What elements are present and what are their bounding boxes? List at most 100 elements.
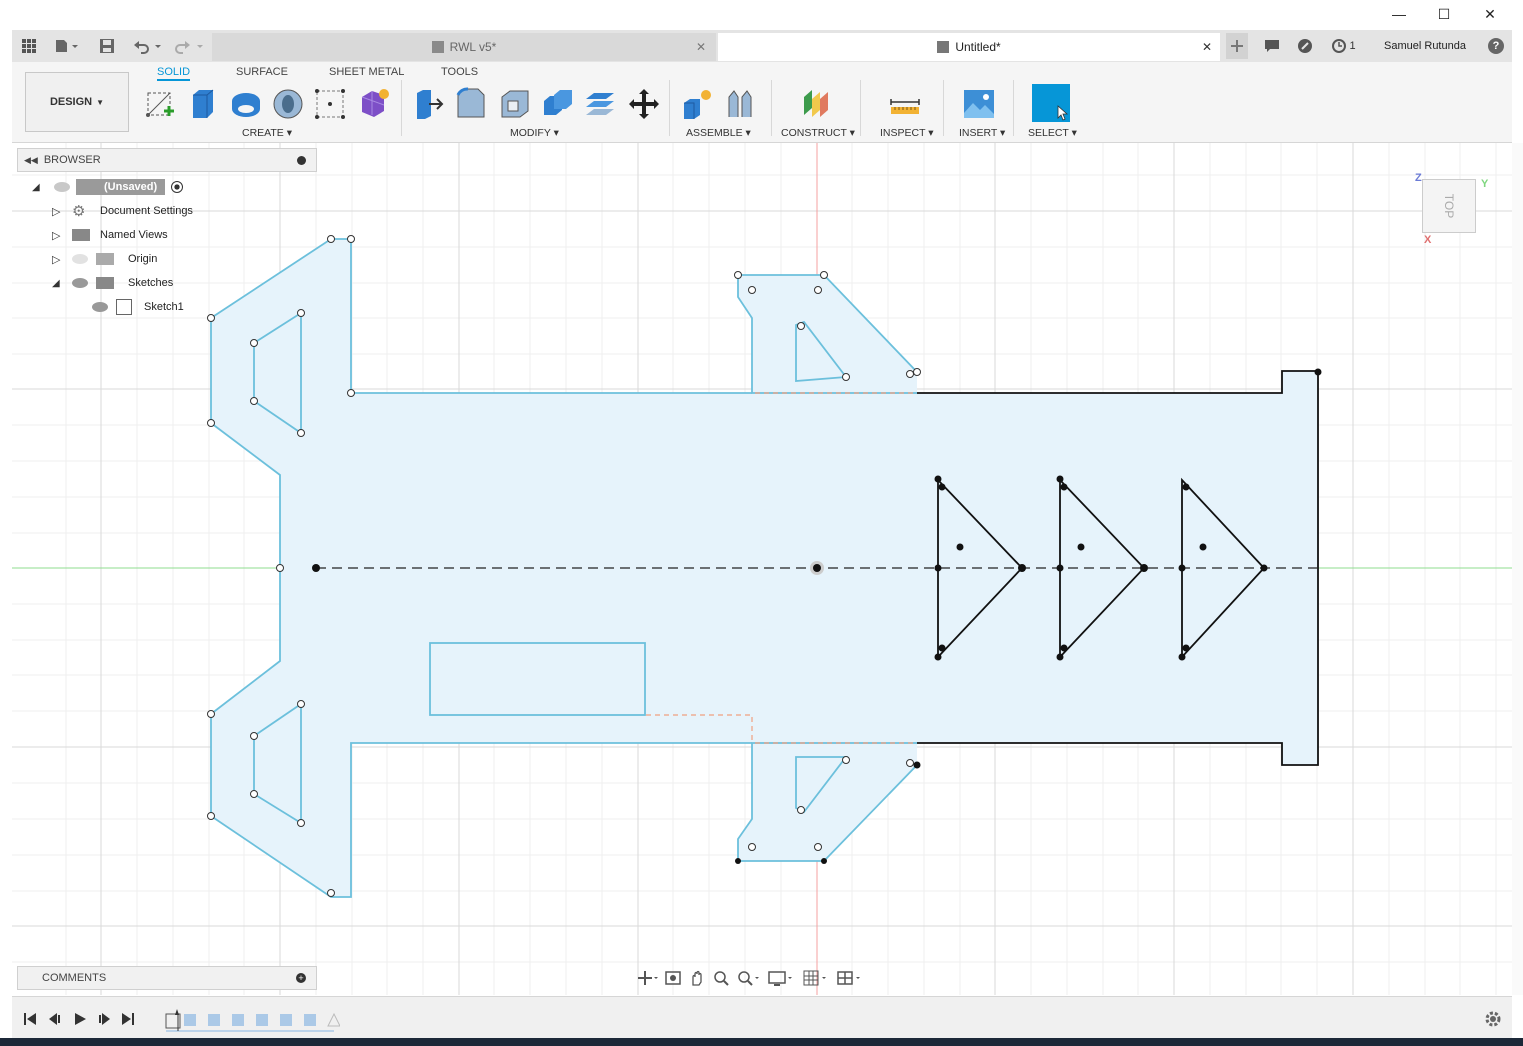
navigation-bar [636, 966, 886, 990]
data-panel-icon[interactable] [20, 36, 38, 56]
fit-view-icon[interactable] [736, 969, 762, 987]
grid-settings-icon[interactable] [802, 969, 830, 987]
y-axis-label: Y [1481, 178, 1489, 190]
dropdown-arrow-icon: ▼ [96, 97, 105, 107]
viewports-icon[interactable] [836, 969, 864, 987]
close-window-button[interactable]: ✕ [1467, 0, 1513, 28]
insert-image-icon[interactable] [961, 86, 997, 122]
expand-arrow-icon[interactable]: ◢ [52, 278, 72, 289]
modify-menu[interactable]: MODIFY ▾ [510, 127, 559, 139]
new-tab-button[interactable] [1226, 33, 1248, 59]
fillet-icon[interactable] [453, 86, 489, 122]
expand-arrow-icon[interactable]: ◢ [32, 182, 48, 193]
tab-surface[interactable]: SURFACE [236, 66, 288, 78]
add-comment-icon[interactable]: + [296, 973, 306, 983]
orbit-icon[interactable] [636, 969, 658, 987]
display-settings-icon[interactable] [768, 969, 796, 987]
comments-panel-header[interactable]: COMMENTS + [17, 966, 317, 990]
workspace-switcher[interactable]: DESIGN ▼ [25, 72, 129, 132]
step-forward-icon[interactable] [96, 1011, 112, 1030]
clock-icon [1332, 39, 1347, 53]
design-canvas[interactable] [12, 143, 1512, 995]
visibility-eye-icon[interactable] [92, 302, 108, 312]
tab-sheet-metal[interactable]: SHEET METAL [329, 66, 404, 78]
select-tool-icon[interactable] [1032, 84, 1070, 122]
browser-item-origin[interactable]: ▷ Origin [52, 248, 157, 270]
create-form-icon[interactable] [356, 86, 392, 122]
zoom-icon[interactable] [712, 969, 730, 987]
extensions-icon[interactable] [1295, 36, 1315, 56]
minimize-browser-icon[interactable] [297, 155, 306, 165]
timeline-settings-gear-icon[interactable] [1484, 1010, 1502, 1031]
save-icon[interactable] [97, 36, 117, 56]
file-menu-icon[interactable] [52, 36, 80, 56]
activate-radio-icon[interactable] [171, 181, 184, 193]
help-icon[interactable]: ? [1486, 36, 1506, 56]
inspect-menu[interactable]: INSPECT ▾ [880, 127, 934, 139]
close-tab-icon[interactable]: ✕ [696, 40, 706, 54]
user-account-menu[interactable]: Samuel Rutunda [1376, 36, 1474, 56]
folder-icon [96, 253, 114, 265]
browser-title: BROWSER [43, 154, 101, 166]
browser-item-sketches[interactable]: ◢ Sketches [52, 272, 173, 294]
minimize-button[interactable]: — [1376, 0, 1422, 28]
divider [1013, 80, 1014, 136]
tab-solid[interactable]: SOLID [157, 66, 191, 81]
revolve-icon[interactable] [228, 86, 264, 122]
sketch-icon [116, 299, 132, 315]
hidden-eye-icon[interactable] [72, 254, 88, 264]
joint-icon[interactable] [722, 86, 758, 122]
select-menu[interactable]: SELECT ▾ [1028, 127, 1077, 139]
assemble-menu[interactable]: ASSEMBLE ▾ [686, 127, 751, 139]
close-tab-icon[interactable]: ✕ [1202, 40, 1212, 54]
tab-tools[interactable]: TOOLS [441, 66, 478, 78]
sketch-viewport[interactable] [12, 143, 1512, 995]
redo-icon[interactable] [172, 36, 206, 56]
component-icon [937, 41, 950, 53]
offset-plane-icon[interactable] [798, 86, 834, 122]
expand-arrow-icon[interactable]: ▷ [52, 229, 72, 242]
shell-icon[interactable] [497, 86, 533, 122]
insert-menu[interactable]: INSERT ▾ [959, 127, 1005, 139]
visibility-eye-icon[interactable] [54, 182, 70, 192]
visibility-eye-icon[interactable] [72, 278, 88, 288]
maximize-button[interactable]: ☐ [1421, 0, 1467, 28]
view-cube[interactable]: TOP [1422, 179, 1476, 233]
undo-icon[interactable] [130, 36, 164, 56]
measure-icon[interactable] [887, 86, 923, 122]
move-copy-icon[interactable] [626, 86, 662, 122]
expand-arrow-icon[interactable]: ▷ [52, 205, 72, 218]
press-pull-icon[interactable] [410, 86, 446, 122]
browser-item-document-settings[interactable]: ▷ ⚙ Document Settings [52, 200, 193, 222]
tab-rwl-v5[interactable]: RWL v5* ✕ [212, 33, 716, 61]
os-taskbar [0, 1038, 1523, 1046]
pan-icon[interactable] [688, 969, 706, 987]
divider [771, 80, 772, 136]
play-icon[interactable] [72, 1011, 88, 1030]
expand-arrow-icon[interactable]: ▷ [52, 253, 72, 266]
combine-icon[interactable] [540, 86, 576, 122]
browser-item-sketch1[interactable]: Sketch1 [92, 296, 184, 318]
browser-item-named-views[interactable]: ▷ Named Views [52, 224, 168, 246]
tab-label: RWL v5* [449, 40, 497, 54]
comments-icon[interactable] [1262, 36, 1282, 56]
timeline-feature-track[interactable] [162, 1007, 341, 1033]
go-to-start-icon[interactable] [22, 1011, 38, 1030]
look-at-icon[interactable] [664, 969, 682, 987]
new-component-icon[interactable] [679, 86, 715, 122]
vertical-scrollbar[interactable] [1512, 143, 1523, 995]
pattern-icon[interactable] [312, 86, 348, 122]
browser-panel-header: ◀◀ BROWSER [17, 148, 317, 172]
collapse-browser-icon[interactable]: ◀◀ [24, 155, 38, 166]
browser-root-node[interactable]: ◢ (Unsaved) [32, 176, 184, 198]
create-menu[interactable]: CREATE ▾ [242, 127, 292, 139]
construct-menu[interactable]: CONSTRUCT ▾ [781, 127, 855, 139]
offset-face-icon[interactable] [582, 86, 618, 122]
hole-icon[interactable] [270, 86, 306, 122]
create-sketch-icon[interactable] [141, 86, 177, 122]
tab-untitled[interactable]: Untitled* ✕ [718, 33, 1220, 61]
go-to-end-icon[interactable] [120, 1011, 136, 1030]
step-back-icon[interactable] [47, 1011, 63, 1030]
job-status[interactable]: 1 [1328, 36, 1360, 56]
extrude-icon[interactable] [184, 86, 220, 122]
